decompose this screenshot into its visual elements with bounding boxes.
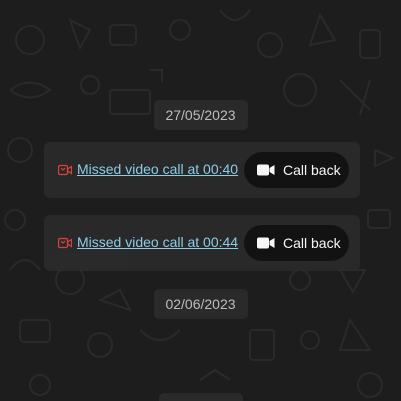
call-back-button[interactable]: Call back (244, 152, 349, 188)
date-separator (158, 393, 243, 401)
missed-video-call-icon (58, 237, 72, 249)
video-camera-icon (257, 237, 275, 249)
missed-call-link[interactable]: Missed video call at 00:40 (77, 161, 238, 177)
date-separator: 27/05/2023 (153, 100, 248, 130)
call-back-label: Call back (283, 162, 341, 178)
missed-call-link[interactable]: Missed video call at 00:44 (77, 234, 238, 250)
call-back-button[interactable]: Call back (244, 225, 349, 261)
missed-video-call-icon (58, 164, 72, 176)
missed-call-message: Missed video call at 00:44 Call back (44, 215, 360, 271)
video-camera-icon (257, 164, 275, 176)
chat-panel[interactable]: 27/05/2023 Missed video call at 00:40 Ca… (0, 0, 401, 401)
date-separator: 02/06/2023 (153, 289, 248, 319)
doodle-wallpaper (4, 9, 396, 398)
call-back-label: Call back (283, 235, 341, 251)
missed-call-message: Missed video call at 00:40 Call back (44, 142, 360, 198)
